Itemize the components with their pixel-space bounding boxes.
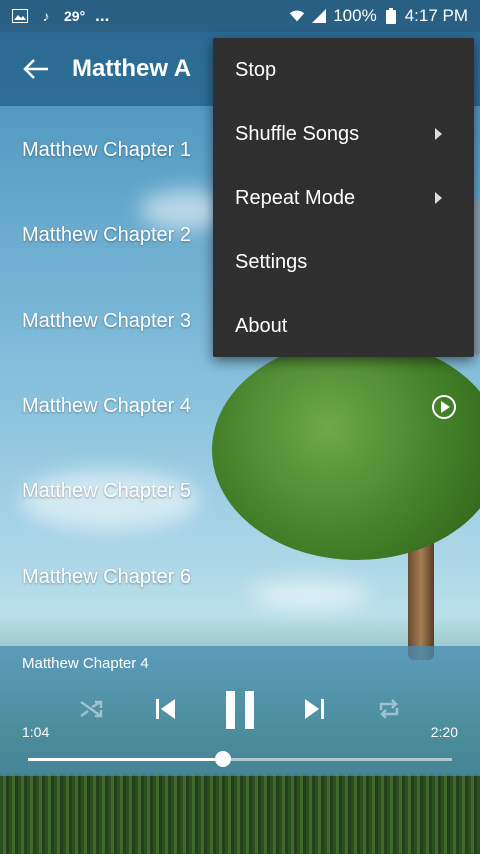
battery-icon — [383, 8, 399, 24]
play-circle-icon[interactable] — [432, 394, 456, 419]
list-item[interactable]: Matthew Chapter 4 — [0, 364, 480, 449]
chapter-label: Matthew Chapter 5 — [22, 480, 191, 503]
menu-item-label: About — [235, 314, 288, 337]
image-icon — [12, 9, 28, 23]
menu-item-label: Repeat Mode — [235, 186, 356, 209]
seek-bar-progress — [28, 758, 224, 761]
seek-bar[interactable] — [28, 751, 452, 767]
next-icon[interactable] — [300, 692, 330, 726]
overflow-menu: Stop Shuffle Songs Repeat Mode Settings Abou… — [213, 38, 474, 357]
scrollbar[interactable] — [474, 200, 480, 355]
chapter-label: Matthew Chapter 4 — [22, 395, 191, 418]
now-playing-title: Matthew Chapter 4 — [22, 655, 149, 672]
previous-icon[interactable] — [150, 692, 180, 726]
music-note-icon: ♪ — [42, 8, 50, 24]
menu-item-repeat-mode[interactable]: Repeat Mode — [213, 166, 474, 230]
pause-icon[interactable] — [220, 688, 260, 732]
elapsed-time: 1:04 — [22, 724, 50, 740]
arrow-back-icon[interactable] — [0, 32, 72, 106]
menu-item-settings[interactable]: Settings — [213, 230, 474, 294]
clock: 4:17 PM — [404, 6, 468, 25]
menu-item-label: Stop — [235, 58, 277, 81]
seek-bar-thumb[interactable] — [215, 751, 232, 767]
submenu-arrow-icon — [435, 192, 442, 204]
page-title: Matthew A — [72, 55, 192, 82]
menu-item-about[interactable]: About — [213, 294, 474, 358]
menu-item-shuffle-songs[interactable]: Shuffle Songs — [213, 102, 474, 166]
chapter-label: Matthew Chapter 2 — [22, 224, 191, 247]
total-duration: 2:20 — [430, 724, 458, 740]
menu-item-label: Settings — [235, 250, 308, 273]
menu-item-label: Shuffle Songs — [235, 122, 360, 145]
shuffle-icon[interactable] — [76, 694, 106, 724]
more-notifications: ... — [95, 6, 110, 25]
battery-percent: 100% — [333, 6, 377, 25]
wifi-icon — [289, 9, 305, 23]
status-bar: ♪ 29° ... 100% 4:17 PM — [0, 0, 480, 32]
list-item[interactable]: Matthew Chapter 5 — [0, 449, 480, 534]
menu-item-stop[interactable]: Stop — [213, 38, 474, 102]
signal-icon — [311, 9, 327, 23]
temperature: 29° — [64, 8, 86, 24]
repeat-icon[interactable] — [374, 694, 404, 724]
chapter-label: Matthew Chapter 3 — [22, 309, 191, 332]
grass — [0, 774, 480, 854]
list-item[interactable]: Matthew Chapter 6 — [0, 534, 480, 619]
submenu-arrow-icon — [435, 128, 442, 140]
chapter-label: Matthew Chapter 1 — [22, 139, 191, 162]
chapter-label: Matthew Chapter 6 — [22, 565, 191, 588]
player-bar: Matthew Chapter 4 1:04 2:20 — [0, 646, 480, 776]
